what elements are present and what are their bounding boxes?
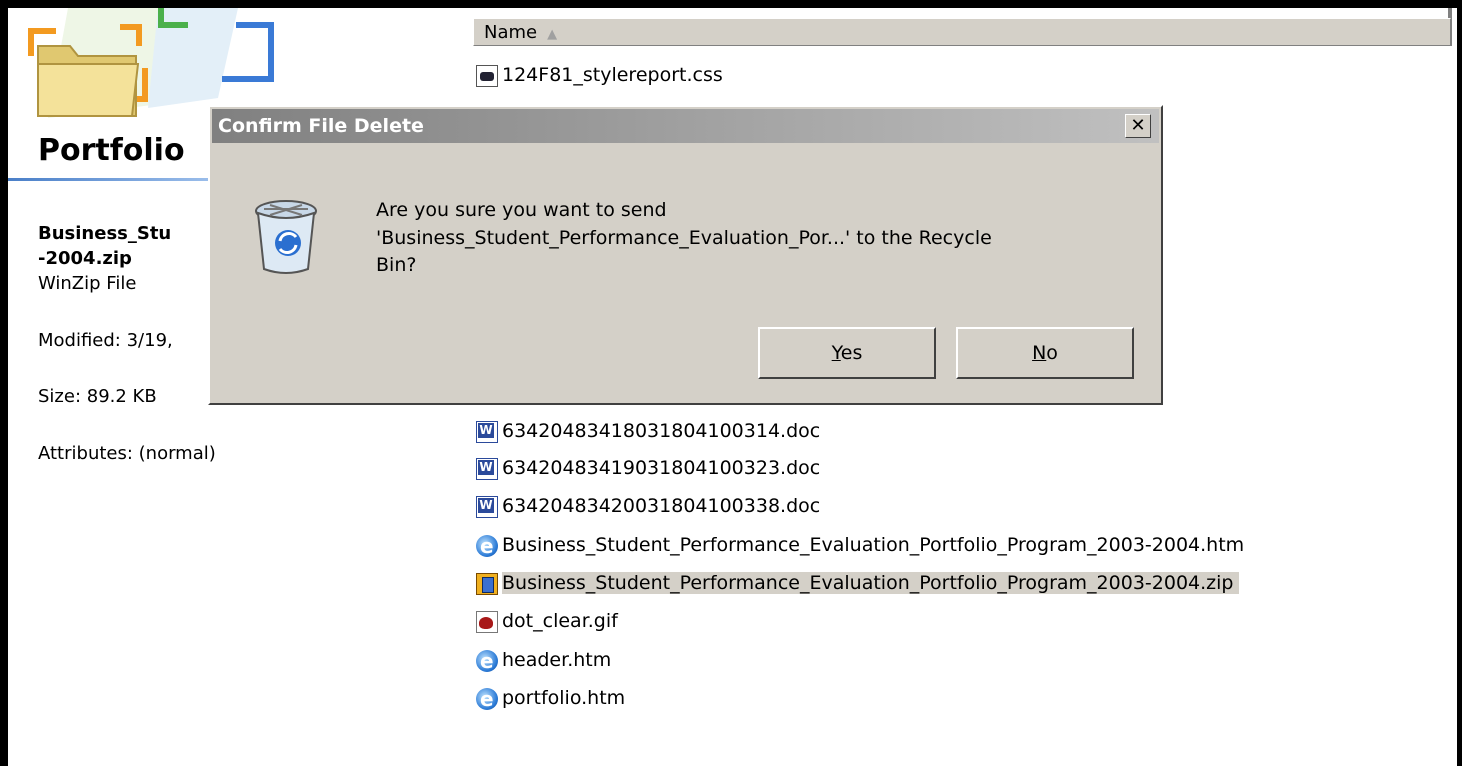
- word-doc-icon: [476, 495, 498, 518]
- css-file-icon: [476, 64, 498, 87]
- file-row[interactable]: 634204834190318041003​23.doc: [476, 453, 820, 483]
- dialog-message-line3: Bin?: [376, 254, 417, 276]
- sort-ascending-icon: ▲: [547, 27, 558, 42]
- word-doc-icon: [476, 457, 498, 480]
- ie-html-icon: [476, 531, 498, 561]
- yes-label-rest: es: [840, 342, 863, 364]
- file-row[interactable]: 634204834180318041003​14.doc: [476, 416, 820, 446]
- name-column-header[interactable]: Name ▲: [473, 18, 1451, 46]
- file-name: header.htm: [502, 649, 612, 671]
- dialog-message-line2: 'Business_Student_Performance_Evaluation…: [376, 227, 992, 249]
- file-name: 124F81_stylereport.css: [502, 64, 723, 86]
- close-button[interactable]: ✕: [1125, 114, 1151, 138]
- file-row[interactable]: header.htm: [476, 645, 612, 676]
- dialog-title-bar[interactable]: Confirm File Delete ✕: [212, 109, 1159, 143]
- dialog-message-line1: Are you sure you want to send: [376, 199, 667, 221]
- file-name: Business_Student_Performance_Evaluation_…: [502, 534, 1245, 556]
- file-row[interactable]: dot_clear.gif: [476, 606, 618, 636]
- close-icon: ✕: [1130, 115, 1146, 136]
- selected-file-size: Size: 89.2 KB: [38, 386, 157, 407]
- file-name: 634204834190318041003​23.doc: [502, 457, 821, 479]
- yes-accelerator: Y: [831, 342, 841, 364]
- file-name: Business_Student_Performance_Evaluation_…: [502, 572, 1240, 594]
- file-row-selected[interactable]: Business_Student_Performance_Evaluation_…: [476, 568, 1240, 598]
- no-button[interactable]: No: [956, 327, 1134, 379]
- file-name: 634204834180318041003​14.doc: [502, 420, 821, 442]
- file-row[interactable]: 634204834200318041003​38.doc: [476, 491, 820, 521]
- recycle-bin-icon: [255, 200, 317, 274]
- selected-file-name-line2: -2004.zip: [38, 248, 132, 269]
- selected-file-attributes: Attributes: (normal): [38, 443, 216, 464]
- selected-file-type: WinZip File: [38, 273, 137, 294]
- file-name: dot_clear.gif: [502, 610, 618, 632]
- selected-file-name-line1: Business_Stu: [38, 223, 172, 244]
- ie-html-icon: [476, 684, 498, 714]
- no-label-rest: o: [1046, 342, 1058, 364]
- file-name: portfolio.htm: [502, 687, 626, 709]
- explorer-window: Portfolio Business_Stu -2004.zip WinZip …: [8, 8, 1457, 766]
- file-row[interactable]: Business_Student_Performance_Evaluation_…: [476, 530, 1245, 561]
- dialog-title: Confirm File Delete: [218, 115, 424, 137]
- gif-image-icon: [476, 610, 498, 633]
- confirm-delete-dialog: Confirm File Delete ✕ Are you sure you w…: [208, 105, 1163, 405]
- winzip-file-icon: [476, 572, 498, 595]
- file-name: 634204834200318041003​38.doc: [502, 495, 821, 517]
- name-column-label: Name: [484, 22, 538, 43]
- no-accelerator: N: [1032, 342, 1047, 364]
- file-row[interactable]: 124F81_stylereport.css: [476, 60, 723, 90]
- word-doc-icon: [476, 420, 498, 443]
- selected-file-modified: Modified: 3/19,: [38, 330, 173, 351]
- pane-title: Portfolio: [38, 133, 185, 168]
- yes-button[interactable]: Yes: [758, 327, 936, 379]
- file-row[interactable]: portfolio.htm: [476, 683, 626, 714]
- ie-html-icon: [476, 646, 498, 676]
